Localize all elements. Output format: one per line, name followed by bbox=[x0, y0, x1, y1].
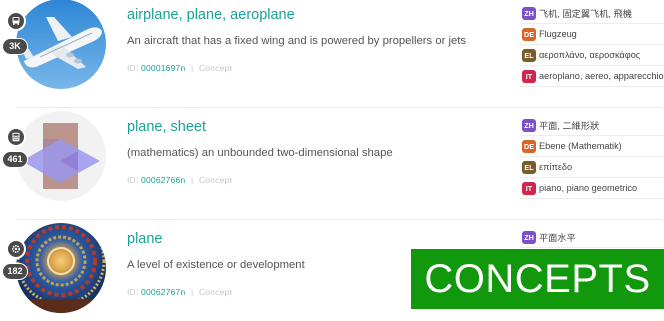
id-label: ID: bbox=[127, 287, 139, 297]
translation-list: ZH 平面水平 bbox=[520, 227, 664, 248]
lang-code-badge: ZH bbox=[522, 6, 536, 20]
translation-text: 平面, 二維形狀 bbox=[539, 121, 600, 131]
translation-row[interactable]: ZH 飞机, 固定翼飞机, 飛機 bbox=[520, 3, 664, 24]
translation-text: aeroplano, aereo, apparecchio bbox=[539, 71, 664, 81]
concept-kind: Concept bbox=[198, 175, 232, 185]
concept-thumbnail[interactable] bbox=[16, 111, 106, 201]
lang-code-badge: DE bbox=[522, 27, 536, 41]
concept-kind: Concept bbox=[198, 287, 232, 297]
concept-title-link[interactable]: plane, sheet bbox=[127, 119, 206, 135]
translation-text: 飞机, 固定翼飞机, 飛機 bbox=[539, 9, 632, 19]
lang-code-badge: IT bbox=[522, 69, 536, 83]
usage-count-badge: 461 bbox=[2, 151, 28, 168]
translation-text: αεροπλάνο, αεροσκάφος bbox=[539, 50, 641, 60]
translation-text: Flugzeug bbox=[539, 29, 577, 39]
concept-id-link[interactable]: 00001697n bbox=[141, 63, 185, 73]
concept-description: (mathematics) an unbounded two-dimension… bbox=[127, 147, 393, 159]
translation-list: ZH 平面, 二維形狀 DE Ebene (Mathematik) EL επί… bbox=[520, 115, 664, 199]
concept-title-link[interactable]: plane bbox=[127, 231, 162, 247]
usage-count-badge: 182 bbox=[2, 263, 28, 280]
lang-code-badge: ZH bbox=[522, 230, 536, 244]
translation-text: piano, piano geometrico bbox=[539, 183, 638, 193]
translation-list: ZH 飞机, 固定翼飞机, 飛機 DE Flugzeug EL αεροπλάν… bbox=[520, 3, 664, 87]
calculator-icon bbox=[6, 127, 26, 147]
translation-text: Ebene (Mathematik) bbox=[539, 141, 622, 151]
concept-thumbnail[interactable] bbox=[16, 0, 106, 89]
concept-thumbnail[interactable] bbox=[16, 223, 106, 313]
concept-description: A level of existence or development bbox=[127, 259, 305, 271]
concept-id-link[interactable]: 00062766n bbox=[141, 175, 185, 185]
concepts-banner: CONCEPTS bbox=[411, 249, 664, 309]
translation-row[interactable]: DE Flugzeug bbox=[520, 24, 664, 45]
lang-code-badge: ZH bbox=[522, 118, 536, 132]
id-label: ID: bbox=[127, 175, 139, 185]
usage-count-badge: 3K bbox=[2, 38, 28, 55]
lang-code-badge: EL bbox=[522, 160, 536, 174]
lang-code-badge: DE bbox=[522, 139, 536, 153]
translation-text: επίπεδο bbox=[539, 162, 573, 172]
translation-row[interactable]: EL επίπεδο bbox=[520, 157, 664, 178]
translation-text: 平面水平 bbox=[539, 233, 576, 243]
bus-icon bbox=[6, 11, 26, 31]
lang-code-badge: EL bbox=[522, 48, 536, 62]
gear-icon bbox=[6, 239, 26, 259]
concept-title-link[interactable]: airplane, plane, aeroplane bbox=[127, 7, 295, 23]
id-label: ID: bbox=[127, 63, 139, 73]
concept-kind: Concept bbox=[198, 63, 232, 73]
meta-separator: | bbox=[190, 287, 194, 297]
concept-meta: ID: 00001697n | Concept bbox=[127, 63, 232, 73]
meta-separator: | bbox=[190, 175, 194, 185]
concept-entry: 3K airplane, plane, aeroplane An aircraf… bbox=[0, 0, 664, 102]
translation-row[interactable]: ZH 平面水平 bbox=[520, 227, 664, 248]
concept-description: An aircraft that has a fixed wing and is… bbox=[127, 35, 467, 47]
concept-entry: 461 plane, sheet (mathematics) an unboun… bbox=[0, 104, 664, 214]
translation-row[interactable]: DE Ebene (Mathematik) bbox=[520, 136, 664, 157]
translation-row[interactable]: IT piano, piano geometrico bbox=[520, 178, 664, 199]
concept-meta: ID: 00062767n | Concept bbox=[127, 287, 232, 297]
lang-code-badge: IT bbox=[522, 181, 536, 195]
translation-row[interactable]: ZH 平面, 二維形狀 bbox=[520, 115, 664, 136]
translation-row[interactable]: EL αεροπλάνο, αεροσκάφος bbox=[520, 45, 664, 66]
concept-meta: ID: 00062766n | Concept bbox=[127, 175, 232, 185]
translation-row[interactable]: IT aeroplano, aereo, apparecchio bbox=[520, 66, 664, 87]
meta-separator: | bbox=[190, 63, 194, 73]
concept-id-link[interactable]: 00062767n bbox=[141, 287, 185, 297]
